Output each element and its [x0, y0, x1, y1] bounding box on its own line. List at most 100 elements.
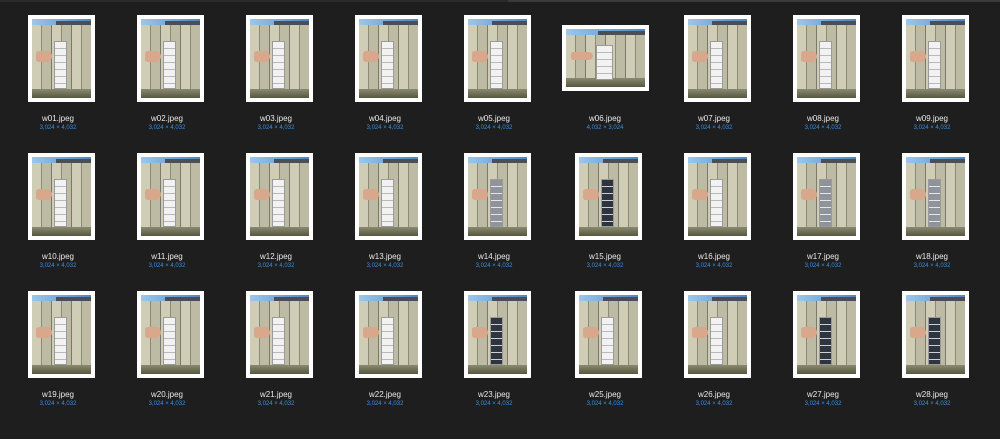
image-thumbnail[interactable] — [246, 153, 313, 240]
photo-test-chart — [381, 317, 395, 365]
image-thumbnail[interactable] — [902, 291, 969, 378]
photo-test-chart — [163, 179, 177, 227]
image-thumbnail[interactable] — [575, 153, 642, 240]
file-name[interactable]: w15.jpeg — [555, 252, 655, 262]
image-thumbnail[interactable] — [28, 15, 95, 102]
file-name[interactable]: w05.jpeg — [444, 114, 544, 124]
photo-test-chart — [54, 41, 68, 89]
image-thumbnail[interactable] — [684, 15, 751, 102]
file-item[interactable]: w23.jpeg 3,024 × 4,032 — [444, 291, 544, 411]
file-item[interactable]: w02.jpeg 3,024 × 4,032 — [117, 15, 217, 135]
file-name[interactable]: w27.jpeg — [773, 390, 873, 400]
file-item[interactable]: w01.jpeg 3,024 × 4,032 — [8, 15, 108, 135]
file-item[interactable]: w20.jpeg 3,024 × 4,032 — [117, 291, 217, 411]
image-thumbnail[interactable] — [464, 291, 531, 378]
file-name[interactable]: w03.jpeg — [226, 114, 326, 124]
image-thumbnail[interactable] — [137, 15, 204, 102]
image-thumbnail[interactable] — [28, 153, 95, 240]
image-thumbnail[interactable] — [355, 15, 422, 102]
file-name[interactable]: w01.jpeg — [8, 114, 108, 124]
image-thumbnail[interactable] — [137, 153, 204, 240]
file-name[interactable]: w14.jpeg — [444, 252, 544, 262]
image-thumbnail[interactable] — [246, 15, 313, 102]
file-name[interactable]: w12.jpeg — [226, 252, 326, 262]
image-thumbnail[interactable] — [793, 291, 860, 378]
file-item[interactable]: w13.jpeg 3,024 × 4,032 — [335, 153, 435, 273]
file-name[interactable]: w02.jpeg — [117, 114, 217, 124]
file-dimensions: 3,024 × 4,032 — [366, 125, 404, 131]
file-name[interactable]: w09.jpeg — [882, 114, 982, 124]
file-item[interactable]: w17.jpeg 3,024 × 4,032 — [773, 153, 873, 273]
file-name[interactable]: w08.jpeg — [773, 114, 873, 124]
image-thumbnail[interactable] — [902, 153, 969, 240]
file-item[interactable]: w14.jpeg 3,024 × 4,032 — [444, 153, 544, 273]
file-name[interactable]: w16.jpeg — [664, 252, 764, 262]
photo-preview — [468, 295, 527, 374]
file-item[interactable]: w25.jpeg 3,024 × 4,032 — [555, 291, 655, 411]
file-item[interactable]: w03.jpeg 3,024 × 4,032 — [226, 15, 326, 135]
image-thumbnail[interactable] — [464, 153, 531, 240]
file-name[interactable]: w22.jpeg — [335, 390, 435, 400]
file-item[interactable]: w18.jpeg 3,024 × 4,032 — [882, 153, 982, 273]
file-item[interactable]: w16.jpeg 3,024 × 4,032 — [664, 153, 764, 273]
image-thumbnail[interactable] — [684, 291, 751, 378]
file-name[interactable]: w06.jpeg — [555, 114, 655, 124]
image-thumbnail[interactable] — [562, 25, 649, 91]
file-dimensions: 3,024 × 4,032 — [804, 125, 842, 131]
file-item[interactable]: w21.jpeg 3,024 × 4,032 — [226, 291, 326, 411]
file-item[interactable]: w12.jpeg 3,024 × 4,032 — [226, 153, 326, 273]
image-thumbnail[interactable] — [355, 153, 422, 240]
photo-preview — [566, 29, 645, 87]
image-thumbnail[interactable] — [464, 15, 531, 102]
file-item[interactable]: w15.jpeg 3,024 × 4,032 — [555, 153, 655, 273]
image-thumbnail[interactable] — [793, 15, 860, 102]
file-name[interactable]: w10.jpeg — [8, 252, 108, 262]
file-item[interactable]: w04.jpeg 3,024 × 4,032 — [335, 15, 435, 135]
image-thumbnail[interactable] — [246, 291, 313, 378]
photo-hand — [909, 188, 927, 200]
photo-ground — [359, 365, 418, 374]
photo-test-chart — [381, 179, 395, 227]
file-item[interactable]: w07.jpeg 3,024 × 4,032 — [664, 15, 764, 135]
file-name[interactable]: w17.jpeg — [773, 252, 873, 262]
image-thumbnail[interactable] — [902, 15, 969, 102]
photo-ground — [468, 227, 527, 236]
image-thumbnail[interactable] — [793, 153, 860, 240]
photo-ground — [250, 365, 309, 374]
photo-test-chart — [928, 179, 942, 227]
image-thumbnail[interactable] — [137, 291, 204, 378]
file-name[interactable]: w13.jpeg — [335, 252, 435, 262]
file-item[interactable]: w10.jpeg 3,024 × 4,032 — [8, 153, 108, 273]
file-name[interactable]: w19.jpeg — [8, 390, 108, 400]
file-name[interactable]: w21.jpeg — [226, 390, 326, 400]
file-item[interactable]: w08.jpeg 3,024 × 4,032 — [773, 15, 873, 135]
file-name[interactable]: w04.jpeg — [335, 114, 435, 124]
file-name[interactable]: w23.jpeg — [444, 390, 544, 400]
photo-hand — [582, 188, 600, 200]
photo-ground — [468, 89, 527, 98]
file-item[interactable]: w26.jpeg 3,024 × 4,032 — [664, 291, 764, 411]
photo-hand — [144, 188, 162, 200]
file-name[interactable]: w07.jpeg — [664, 114, 764, 124]
file-item[interactable]: w28.jpeg 3,024 × 4,032 — [882, 291, 982, 411]
file-name[interactable]: w25.jpeg — [555, 390, 655, 400]
photo-preview — [359, 157, 418, 236]
file-item[interactable]: w22.jpeg 3,024 × 4,032 — [335, 291, 435, 411]
file-name[interactable]: w20.jpeg — [117, 390, 217, 400]
image-thumbnail[interactable] — [355, 291, 422, 378]
file-name[interactable]: w28.jpeg — [882, 390, 982, 400]
image-thumbnail[interactable] — [28, 291, 95, 378]
file-name[interactable]: w26.jpeg — [664, 390, 764, 400]
file-item[interactable]: w06.jpeg 4,032 × 3,024 — [555, 15, 655, 135]
photo-hand — [144, 50, 162, 62]
file-name[interactable]: w11.jpeg — [117, 252, 217, 262]
file-item[interactable]: w19.jpeg 3,024 × 4,032 — [8, 291, 108, 411]
file-item[interactable]: w09.jpeg 3,024 × 4,032 — [882, 15, 982, 135]
image-thumbnail[interactable] — [575, 291, 642, 378]
photo-hand — [362, 188, 380, 200]
file-item[interactable]: w05.jpeg 3,024 × 4,032 — [444, 15, 544, 135]
file-item[interactable]: w11.jpeg 3,024 × 4,032 — [117, 153, 217, 273]
file-name[interactable]: w18.jpeg — [882, 252, 982, 262]
image-thumbnail[interactable] — [684, 153, 751, 240]
file-item[interactable]: w27.jpeg 3,024 × 4,032 — [773, 291, 873, 411]
